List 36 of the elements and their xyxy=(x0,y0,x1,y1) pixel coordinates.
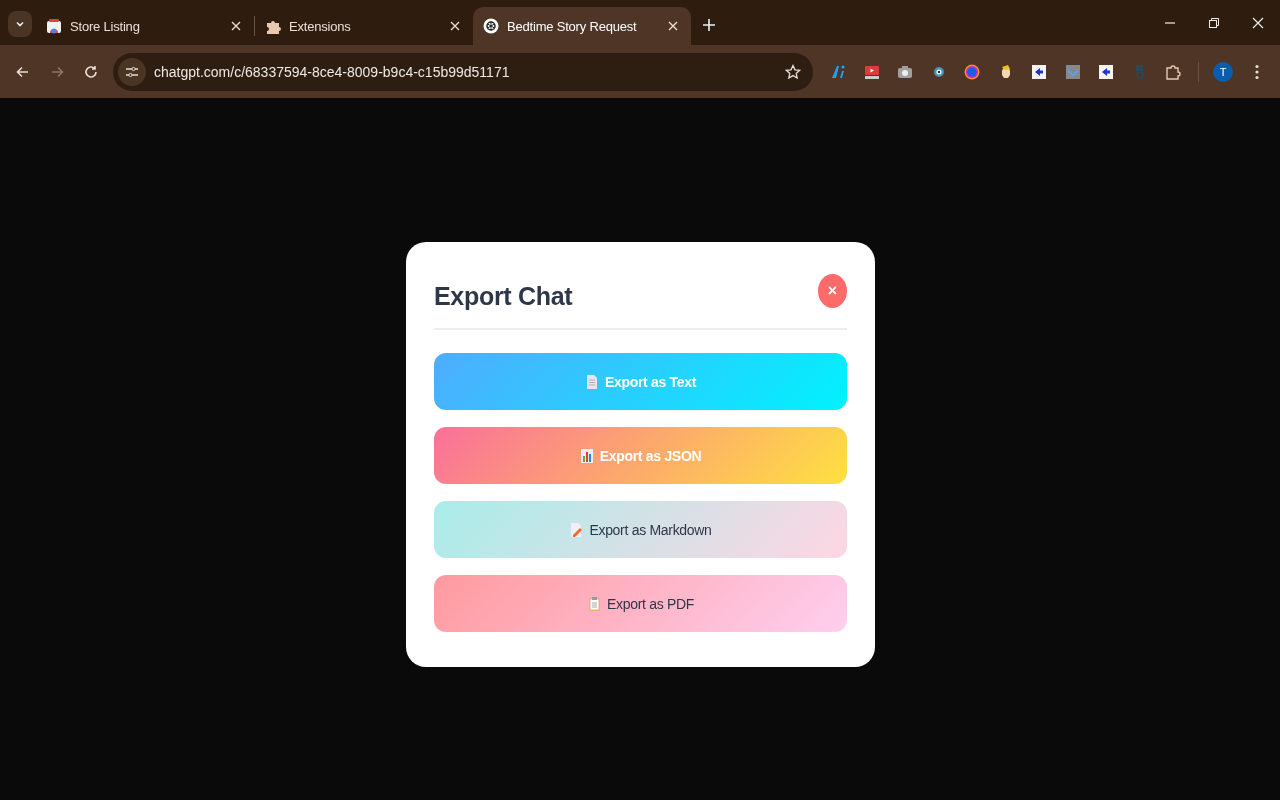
tab-title: Store Listing xyxy=(70,18,141,34)
flower-logo-icon xyxy=(483,18,499,34)
tab-list-button[interactable] xyxy=(8,10,32,37)
browser-tab[interactable]: Bedtime Story Request xyxy=(473,7,691,45)
close-icon xyxy=(1252,16,1264,29)
export-button[interactable]: Export as PDF xyxy=(434,575,847,632)
arrow-tile-icon xyxy=(1097,62,1115,81)
document-icon xyxy=(584,373,599,390)
arrow-tile-icon xyxy=(1030,62,1048,81)
bar-chart-icon xyxy=(579,447,594,464)
tab-title: Bedtime Story Request xyxy=(507,18,638,34)
tab-title: Extensions xyxy=(289,18,352,34)
plus-icon xyxy=(702,17,716,32)
clipboard-icon xyxy=(586,595,601,612)
profile-avatar[interactable]: T xyxy=(1213,61,1233,82)
close-icon xyxy=(231,21,241,31)
orb-icon xyxy=(963,62,981,81)
puzzle-icon xyxy=(265,18,281,34)
close-icon xyxy=(450,21,460,31)
restore-icon xyxy=(1208,16,1220,29)
sliders-icon xyxy=(125,64,139,79)
export-button[interactable]: Export as Markdown xyxy=(434,501,847,558)
reload-icon xyxy=(83,63,99,80)
memo-icon xyxy=(569,521,584,538)
puzzle-icon xyxy=(1164,62,1182,81)
close-icon xyxy=(668,21,678,31)
site-info-button[interactable] xyxy=(118,57,146,86)
store-icon xyxy=(46,18,62,34)
browser-tab[interactable]: Extensions xyxy=(255,7,473,45)
star-icon[interactable] xyxy=(785,63,801,80)
dialog-title: Export Chat xyxy=(434,281,573,311)
address-bar[interactable]: chatgpt.com/c/68337594-8ce4-8009-b9c4-c15b99d51171 xyxy=(113,52,813,91)
chevron-tile-icon xyxy=(1063,62,1082,81)
kebab-icon xyxy=(1254,63,1259,80)
url-text: chatgpt.com/c/68337594-8ce4-8009-b9c4-c15b99d51171 xyxy=(154,63,511,80)
browser-tab[interactable]: Store Listing xyxy=(36,7,254,45)
